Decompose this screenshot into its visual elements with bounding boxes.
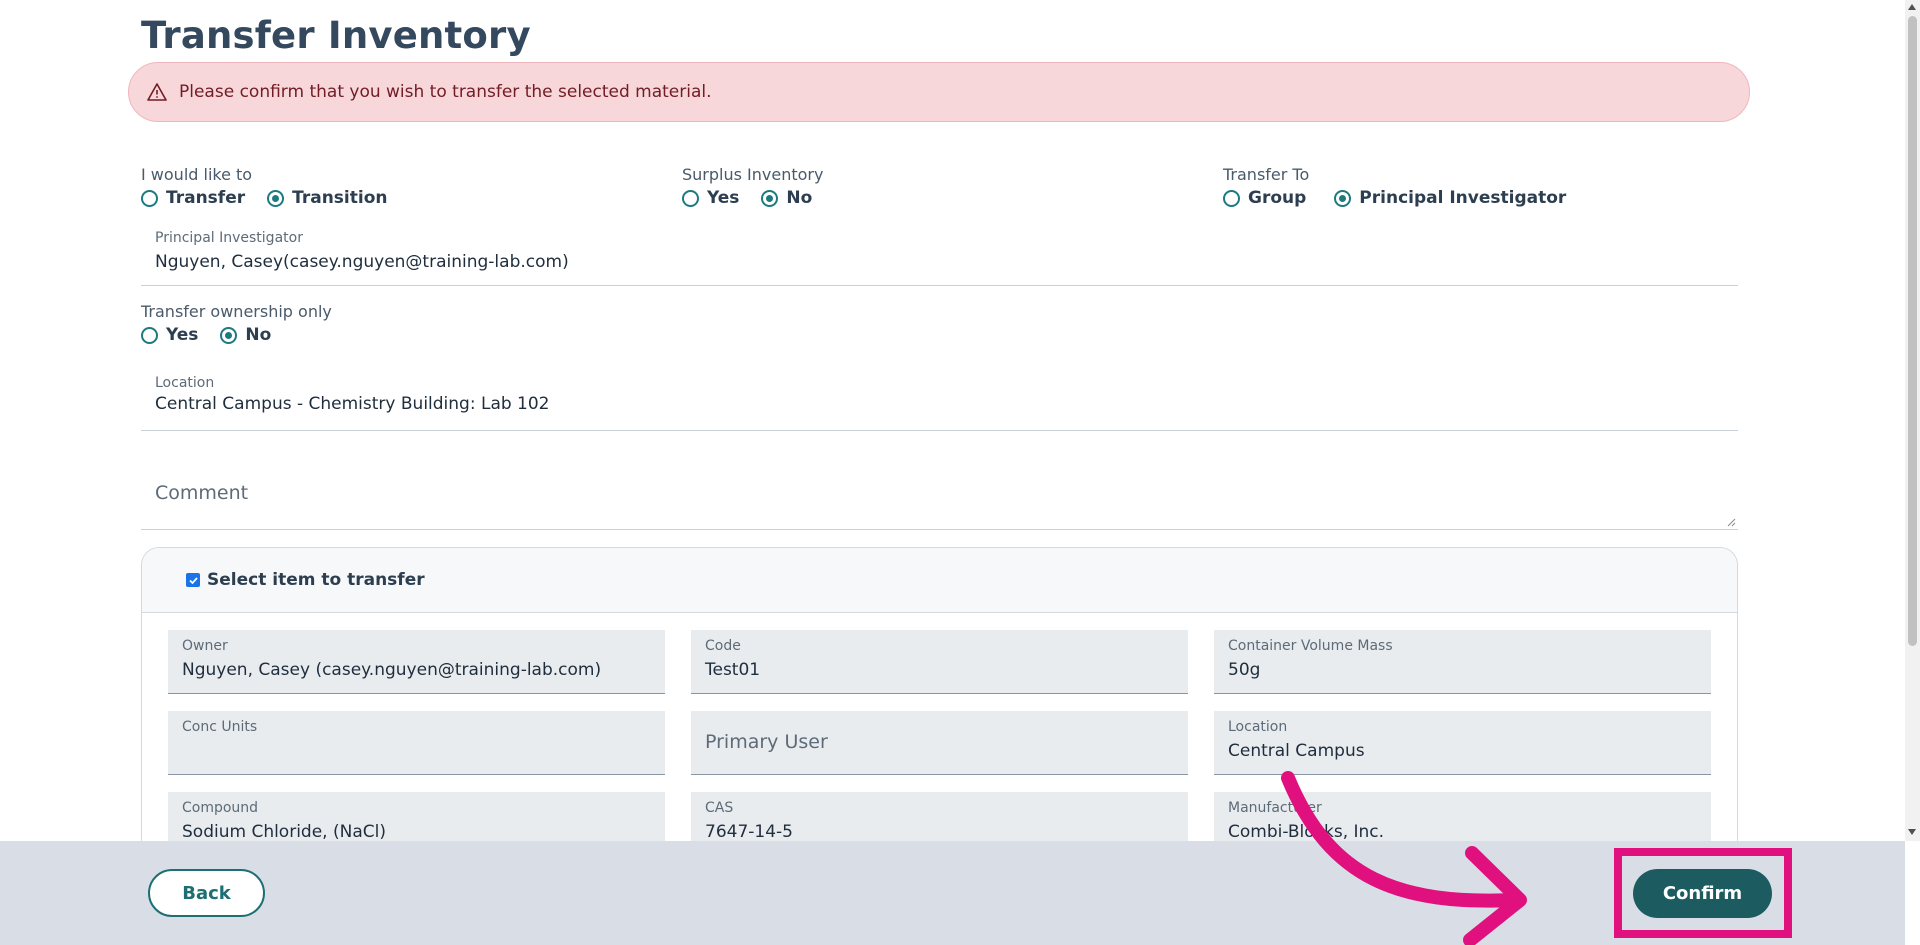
tile-container-volume-mass[interactable]: Container Volume Mass 50g	[1214, 630, 1711, 694]
radio-circle-selected[interactable]	[1334, 189, 1352, 207]
ownership-only-label: Transfer ownership only	[141, 302, 332, 321]
tile-label: Location	[1228, 719, 1288, 735]
check-icon	[188, 576, 198, 584]
comment-textarea[interactable]: Comment	[141, 455, 1738, 530]
scroll-thumb[interactable]	[1908, 16, 1917, 646]
tile-label: Conc Units	[182, 719, 258, 735]
select-item-checkbox[interactable]	[186, 573, 200, 587]
radio-label: Principal Investigator	[1359, 188, 1567, 208]
transfer-to-group: Group Principal Investigator	[1223, 188, 1588, 208]
surplus-inventory-group: Yes No	[682, 188, 834, 208]
principal-investigator-field[interactable]: Principal Investigator Nguyen, Casey(cas…	[141, 230, 1738, 286]
radio-circle[interactable]	[1223, 189, 1240, 207]
would-like-to-label: I would like to	[141, 165, 253, 184]
radio-circle[interactable]	[141, 326, 158, 344]
radio-ownership-yes[interactable]: Yes	[141, 325, 198, 345]
radio-label: Yes	[707, 188, 740, 208]
radio-ownership-no[interactable]: No	[220, 325, 271, 345]
alert-message: Please confirm that you wish to transfer…	[179, 82, 712, 102]
tile-value: Central Campus	[1228, 741, 1365, 761]
tile-label: Container Volume Mass	[1228, 638, 1393, 654]
radio-label: Yes	[166, 325, 199, 345]
radio-label: Transition	[292, 188, 388, 208]
tile-label: Owner	[182, 638, 228, 654]
back-button[interactable]: Back	[148, 869, 265, 917]
ownership-only-group: Yes No	[141, 325, 293, 345]
warning-icon	[147, 82, 167, 102]
surplus-inventory-label: Surplus Inventory	[682, 165, 824, 184]
tile-value: Sodium Chloride, (NaCl)	[182, 822, 386, 842]
pi-label: Principal Investigator	[155, 230, 303, 246]
radio-circle[interactable]	[141, 189, 158, 207]
radio-circle-selected[interactable]	[220, 326, 238, 344]
tile-value: 50g	[1228, 660, 1261, 680]
radio-label: No	[245, 325, 272, 345]
tile-placeholder: Primary User	[705, 731, 828, 753]
select-item-label: Select item to transfer	[207, 570, 425, 590]
tile-owner[interactable]: Owner Nguyen, Casey (casey.nguyen@traini…	[168, 630, 665, 694]
tile-value: Test01	[705, 660, 761, 680]
item-card-header: Select item to transfer	[142, 548, 1737, 613]
radio-principal-investigator[interactable]: Principal Investigator	[1334, 188, 1566, 208]
resize-grip-icon[interactable]	[1726, 517, 1736, 527]
would-like-to-group: Transfer Transition	[141, 188, 410, 208]
pi-value: Nguyen, Casey(casey.nguyen@training-lab.…	[155, 252, 569, 272]
confirmation-alert: Please confirm that you wish to transfer…	[128, 62, 1750, 122]
tile-conc-units[interactable]: Conc Units	[168, 711, 665, 775]
tile-value: Combi-Blocks, Inc.	[1228, 822, 1385, 842]
location-label: Location	[155, 375, 215, 391]
item-card: Select item to transfer Owner Nguyen, Ca…	[141, 547, 1738, 877]
location-value: Central Campus - Chemistry Building: Lab…	[155, 394, 550, 414]
tile-value: 7647-14-5	[705, 822, 793, 842]
comment-placeholder: Comment	[155, 482, 249, 504]
tile-label: Code	[705, 638, 741, 654]
tile-label: Compound	[182, 800, 259, 816]
tile-value: Nguyen, Casey (casey.nguyen@training-lab…	[182, 660, 602, 680]
tile-label: CAS	[705, 800, 734, 816]
radio-transfer[interactable]: Transfer	[141, 188, 245, 208]
radio-surplus-yes[interactable]: Yes	[682, 188, 739, 208]
radio-transition[interactable]: Transition	[267, 188, 388, 208]
radio-circle-selected[interactable]	[761, 189, 779, 207]
tile-code[interactable]: Code Test01	[691, 630, 1188, 694]
tile-location[interactable]: Location Central Campus	[1214, 711, 1711, 775]
page-title: Transfer Inventory	[141, 14, 531, 57]
confirm-highlight-box	[1614, 848, 1792, 938]
scroll-up-arrow-icon[interactable]	[1908, 4, 1916, 10]
radio-label: Transfer	[166, 188, 246, 208]
vertical-scrollbar[interactable]	[1905, 0, 1920, 841]
tile-label: Manufacturer	[1228, 800, 1322, 816]
radio-circle[interactable]	[682, 189, 699, 207]
location-field[interactable]: Location Central Campus - Chemistry Buil…	[141, 372, 1738, 431]
radio-group[interactable]: Group	[1223, 188, 1306, 208]
scroll-down-arrow-icon[interactable]	[1908, 829, 1916, 835]
radio-label: Group	[1248, 188, 1307, 208]
radio-label: No	[786, 188, 813, 208]
radio-surplus-no[interactable]: No	[761, 188, 812, 208]
transfer-to-label: Transfer To	[1223, 165, 1310, 184]
tile-primary-user[interactable]: Primary User	[691, 711, 1188, 775]
radio-circle-selected[interactable]	[267, 189, 285, 207]
